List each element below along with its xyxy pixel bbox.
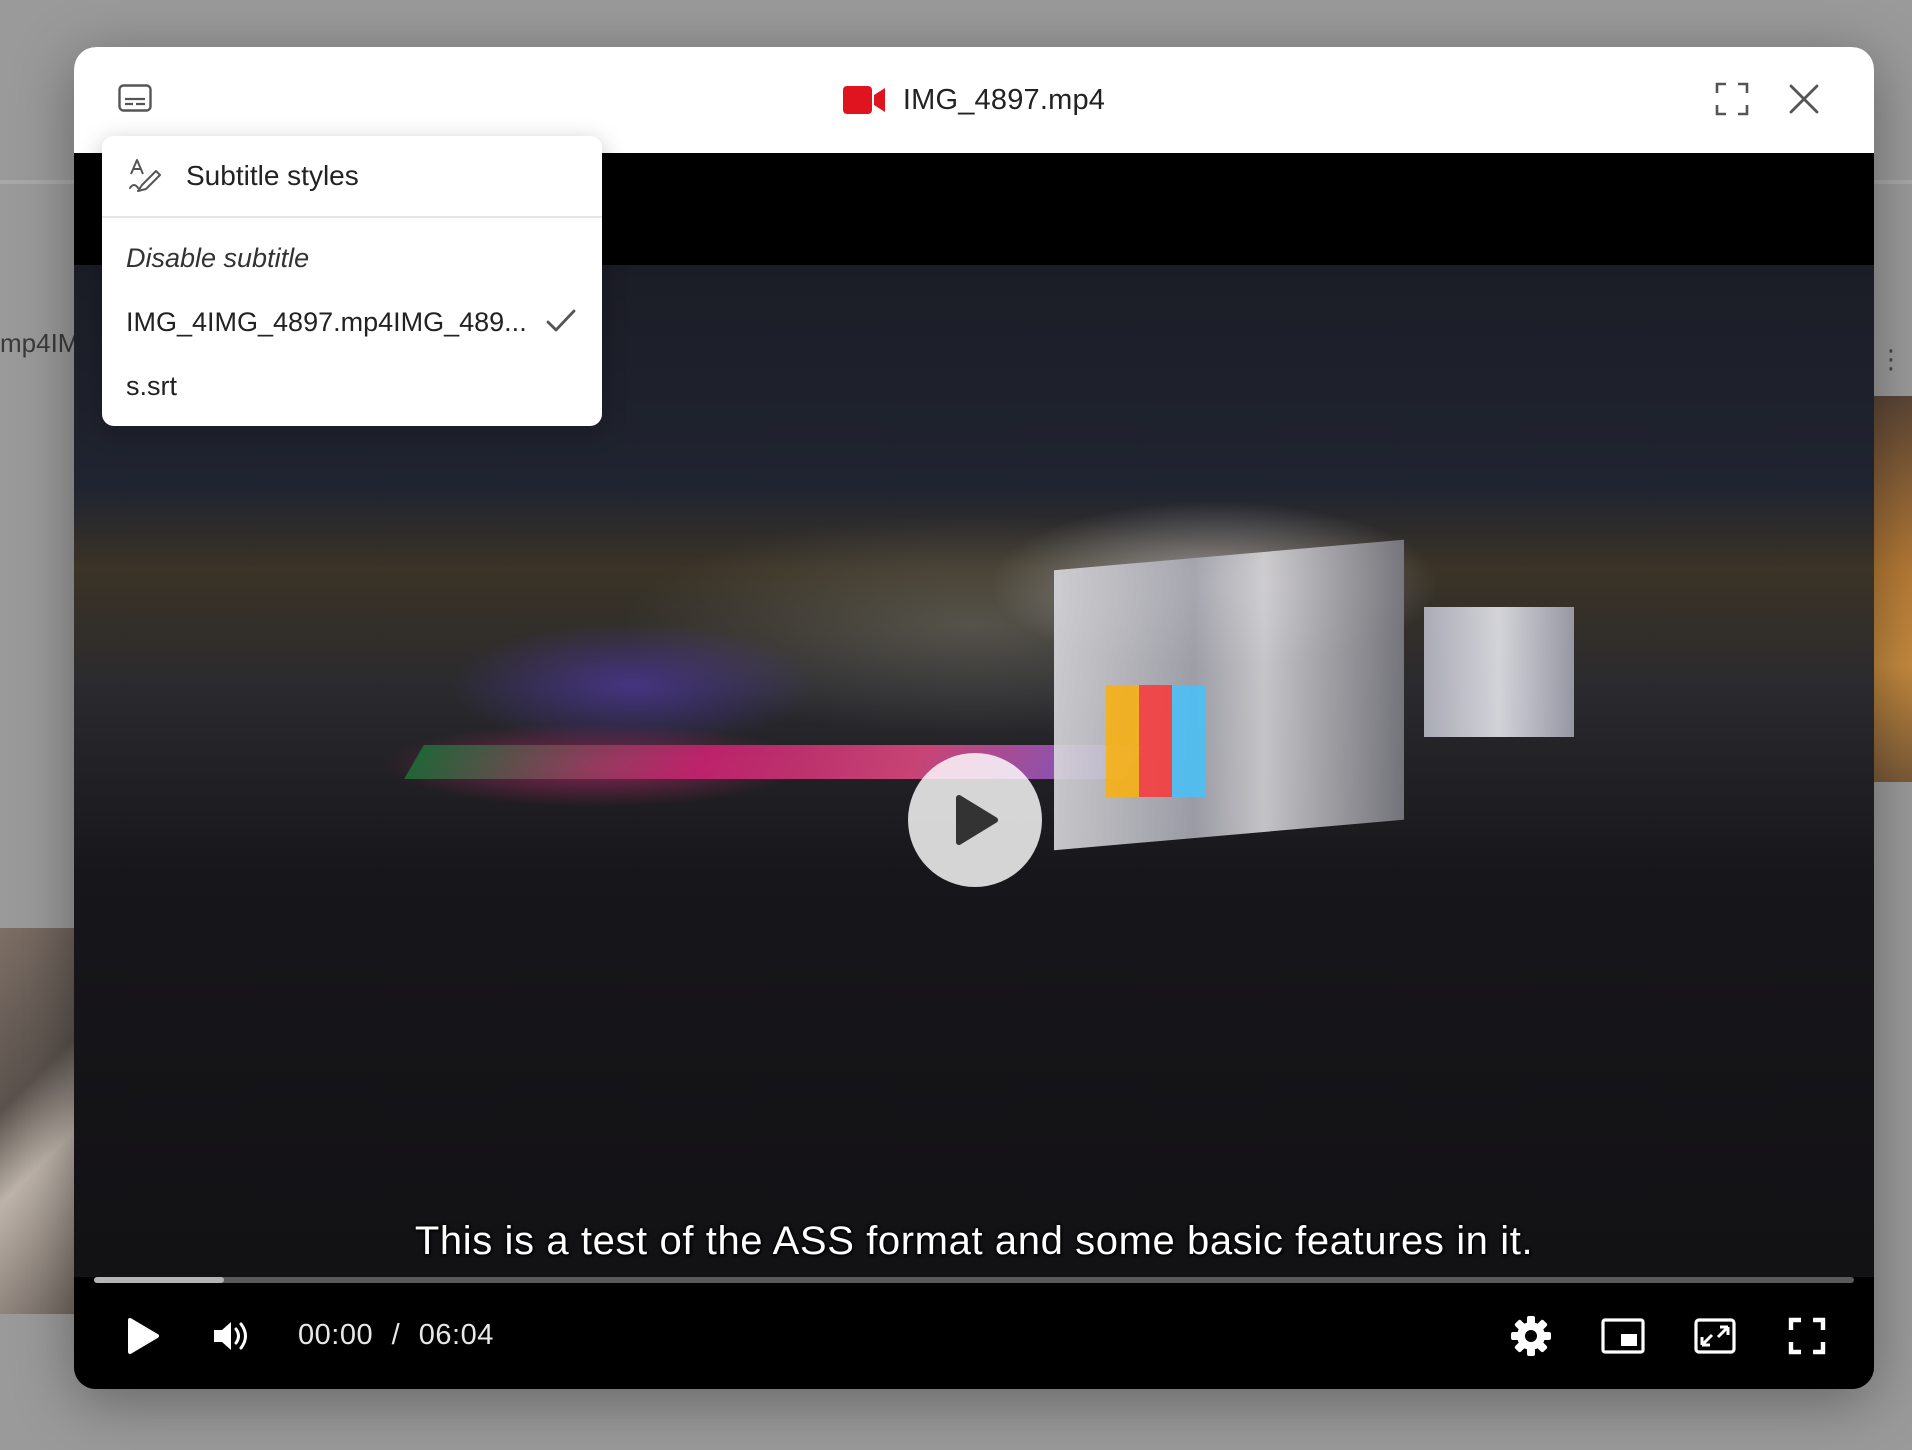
picture-in-picture-icon <box>1694 1318 1736 1354</box>
player-controls: 00:00 / 06:04 <box>74 1283 1874 1389</box>
miniplayer-icon <box>1601 1318 1645 1354</box>
volume-icon <box>214 1322 247 1350</box>
play-button[interactable] <box>118 1311 168 1361</box>
background-thumbnail <box>0 928 76 1314</box>
fullscreen-icon <box>1788 1317 1826 1355</box>
miniplayer-button[interactable] <box>1598 1311 1648 1361</box>
play-icon <box>956 795 998 845</box>
picture-in-picture-button[interactable] <box>1690 1311 1740 1361</box>
menu-item-label: Disable subtitle <box>126 242 310 273</box>
menu-item-subtitle-track[interactable]: IMG_4IMG_4897.mp4IMG_489... <box>102 290 602 354</box>
fullscreen-button[interactable] <box>1782 1311 1832 1361</box>
expand-icon <box>1715 82 1749 116</box>
current-time: 00:00 <box>298 1319 374 1351</box>
gear-icon <box>1511 1316 1551 1356</box>
time-display: 00:00 / 06:04 <box>298 1319 494 1352</box>
close-icon <box>1789 84 1819 114</box>
font-style-icon <box>129 159 161 192</box>
background-file-name: mp4IM <box>0 328 80 358</box>
subtitle-styles-label: Subtitle styles <box>186 160 359 191</box>
close-button[interactable] <box>1782 77 1826 121</box>
play-icon <box>128 1318 159 1354</box>
settings-button[interactable] <box>1506 1311 1556 1361</box>
more-options-icon: ⋮ <box>1878 344 1904 374</box>
checkmark-icon <box>546 309 576 332</box>
big-play-button[interactable] <box>908 753 1042 887</box>
side-screen <box>1424 607 1574 737</box>
subtitle-menu: Subtitle styles Disable subtitle IMG_4IM… <box>102 136 602 426</box>
video-camera-icon <box>842 86 885 114</box>
menu-item-srt-file[interactable]: s.srt <box>102 354 602 418</box>
menu-item-label: IMG_4IMG_4897.mp4IMG_489... <box>126 306 527 337</box>
background-thumbnail <box>1874 396 1912 782</box>
time-separator: / <box>391 1319 401 1351</box>
subtitle-styles-item[interactable]: Subtitle styles <box>102 136 602 218</box>
subtitle-caption: This is a test of the ASS format and som… <box>414 1219 1534 1263</box>
duration: 06:04 <box>418 1319 494 1351</box>
volume-button[interactable] <box>206 1311 256 1361</box>
stage-screen-tiles <box>1106 685 1206 797</box>
menu-item-disable-subtitle[interactable]: Disable subtitle <box>102 226 602 290</box>
stage-floor <box>404 745 1144 779</box>
file-title: IMG_4897.mp4 <box>902 83 1106 116</box>
expand-button[interactable] <box>1710 77 1754 121</box>
menu-item-label: s.srt <box>126 370 177 401</box>
